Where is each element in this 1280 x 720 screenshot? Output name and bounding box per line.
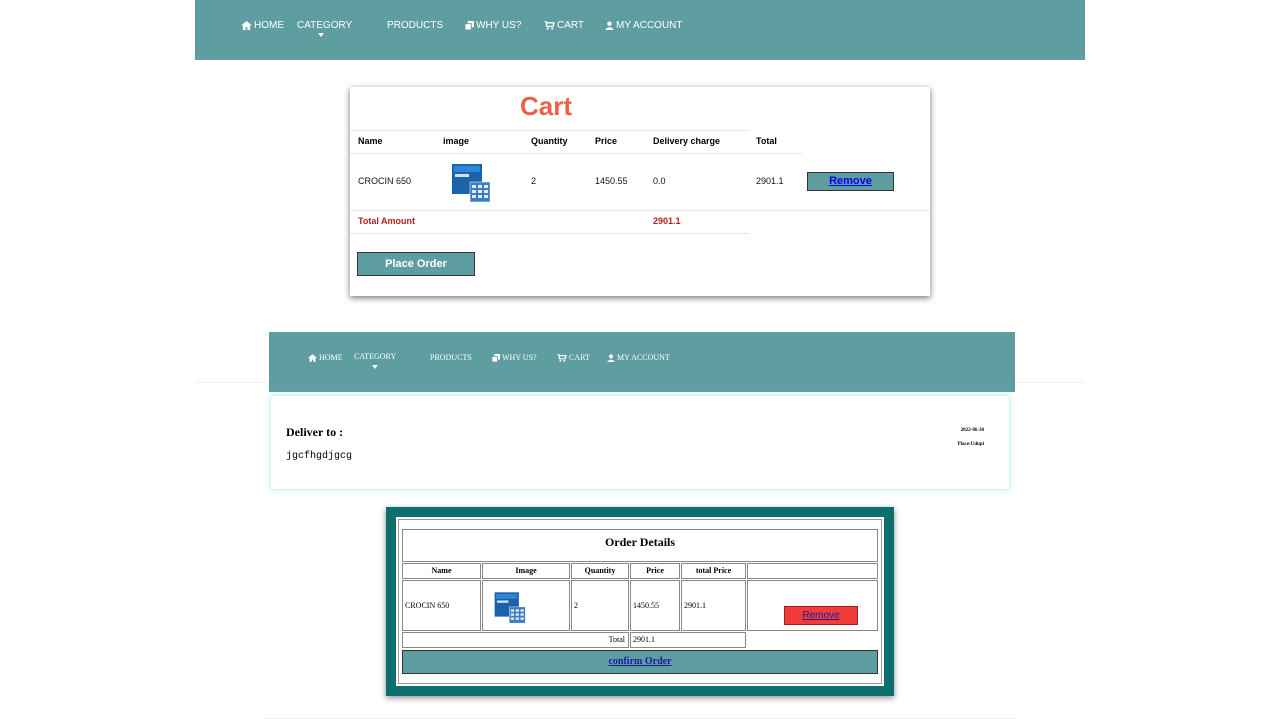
nav-cart[interactable]: CART (544, 20, 584, 31)
nav-products-label: PRODUCTS (430, 353, 472, 362)
nav-why-us[interactable]: WHY US? (465, 20, 521, 31)
order-date: 2022-06-30 (960, 428, 984, 433)
nav-category-label: CATEGORY (354, 352, 397, 361)
order-col-quantity: Quantity (571, 563, 629, 579)
col-delivery: Delivery charge (653, 136, 721, 146)
cart-icon (557, 353, 567, 362)
order-col-name: Name (402, 563, 481, 579)
nav-cart[interactable]: CART (557, 353, 590, 362)
total-amount-value: 2901.1 (653, 216, 681, 226)
nav-category[interactable]: CATEGORY (297, 20, 352, 31)
nav-products-label: PRODUCTS (387, 20, 444, 31)
order-col-price: Price (630, 563, 680, 579)
copy-icon (465, 21, 474, 30)
cart-card: Cart Name image Quantity Price Delivery … (350, 87, 930, 296)
nav-my-account-label: MY ACCOUNT (616, 20, 683, 31)
cart-item-delivery: 0.0 (653, 176, 666, 186)
nav-why-us[interactable]: WHY US? (492, 353, 537, 362)
user-icon (607, 353, 615, 362)
nav-cart-label: CART (569, 353, 590, 362)
col-total: Total (756, 136, 777, 146)
user-icon (605, 21, 614, 30)
nav-my-account[interactable]: MY ACCOUNT (605, 20, 683, 31)
divider (350, 233, 750, 234)
product-image (494, 592, 526, 624)
caret-down-icon (318, 33, 324, 37)
order-item-price-text: 1450.55 (633, 601, 659, 610)
col-quantity: Quantity (531, 136, 568, 146)
order-details-inner: Order Details Name Image Quantity Price … (396, 517, 884, 686)
order-item-price: 1450.55 (630, 580, 680, 631)
nav-why-us-label: WHY US? (502, 353, 537, 362)
order-item-image-cell (482, 580, 570, 631)
order-item-quantity: 2 (571, 580, 629, 631)
divider (350, 153, 802, 154)
deliver-card: Deliver to : jgcfhgdjgcg 2022-06-30 Plac… (271, 396, 1009, 489)
caret-down-icon (372, 365, 378, 369)
order-details-panel: Order Details Name Image Quantity Price … (386, 507, 894, 696)
home-icon (241, 21, 252, 30)
nav-home-label: HOME (254, 20, 284, 31)
divider (350, 210, 930, 211)
cart-item-price: 1450.55 (595, 176, 628, 186)
nav-products[interactable]: PRODUCTS (430, 353, 472, 362)
total-amount-label: Total Amount (358, 216, 415, 226)
order-place: Place:Udupi (957, 442, 984, 447)
deliver-to-label: Deliver to : (286, 425, 344, 439)
order-col-image: Image (482, 563, 570, 579)
order-total-label: Total (402, 632, 629, 648)
cart-icon (544, 21, 555, 30)
order-total-value: 2901.1 (630, 632, 746, 648)
nav-cart-label: CART (557, 20, 585, 31)
col-name: Name (358, 136, 383, 146)
col-image: image (443, 136, 470, 146)
order-item-name: CROCIN 650 (402, 580, 481, 631)
nav-products[interactable]: PRODUCTS (387, 20, 443, 31)
nav-home[interactable]: HOME (241, 20, 284, 31)
cart-item-total: 2901.1 (756, 176, 784, 186)
remove-button[interactable]: Remove (807, 172, 894, 191)
order-item-name-text: CROCIN 650 (405, 601, 450, 610)
order-details-title: Order Details (402, 529, 878, 562)
nav-my-account-label: MY ACCOUNT (617, 353, 670, 362)
confirm-order-button[interactable]: confirm Order (402, 650, 878, 674)
cart-title: Cart (520, 91, 573, 121)
second-navbar: HOME CATEGORY PRODUCTS WHY US? CART MY A… (269, 332, 1015, 392)
col-price: Price (595, 136, 618, 146)
divider (265, 718, 1015, 719)
divider (350, 130, 750, 131)
order-item-total-price: 2901.1 (681, 580, 746, 631)
product-image (452, 164, 491, 203)
nav-why-us-label: WHY US? (476, 20, 522, 31)
place-order-button[interactable]: Place Order (357, 252, 475, 276)
order-item-total-price-text: 2901.1 (684, 601, 706, 610)
copy-icon (492, 353, 500, 362)
deliver-address: jgcfhgdjgcg (286, 451, 353, 462)
order-item-quantity-text: 2 (574, 601, 578, 610)
cart-item-name: CROCIN 650 (358, 176, 412, 186)
cart-item-quantity: 2 (531, 176, 537, 186)
nav-my-account[interactable]: MY ACCOUNT (607, 353, 670, 362)
order-col-total-price: total Price (681, 563, 746, 579)
top-navbar: HOME CATEGORY PRODUCTS WHY US? CART MY A… (195, 0, 1085, 60)
remove-button[interactable]: Remove (784, 606, 858, 625)
nav-home-label: HOME (319, 353, 343, 362)
home-icon (308, 353, 317, 362)
nav-category[interactable]: CATEGORY (354, 352, 396, 361)
order-col-action (747, 563, 878, 579)
nav-home[interactable]: HOME (308, 353, 343, 362)
nav-category-label: CATEGORY (297, 20, 353, 31)
